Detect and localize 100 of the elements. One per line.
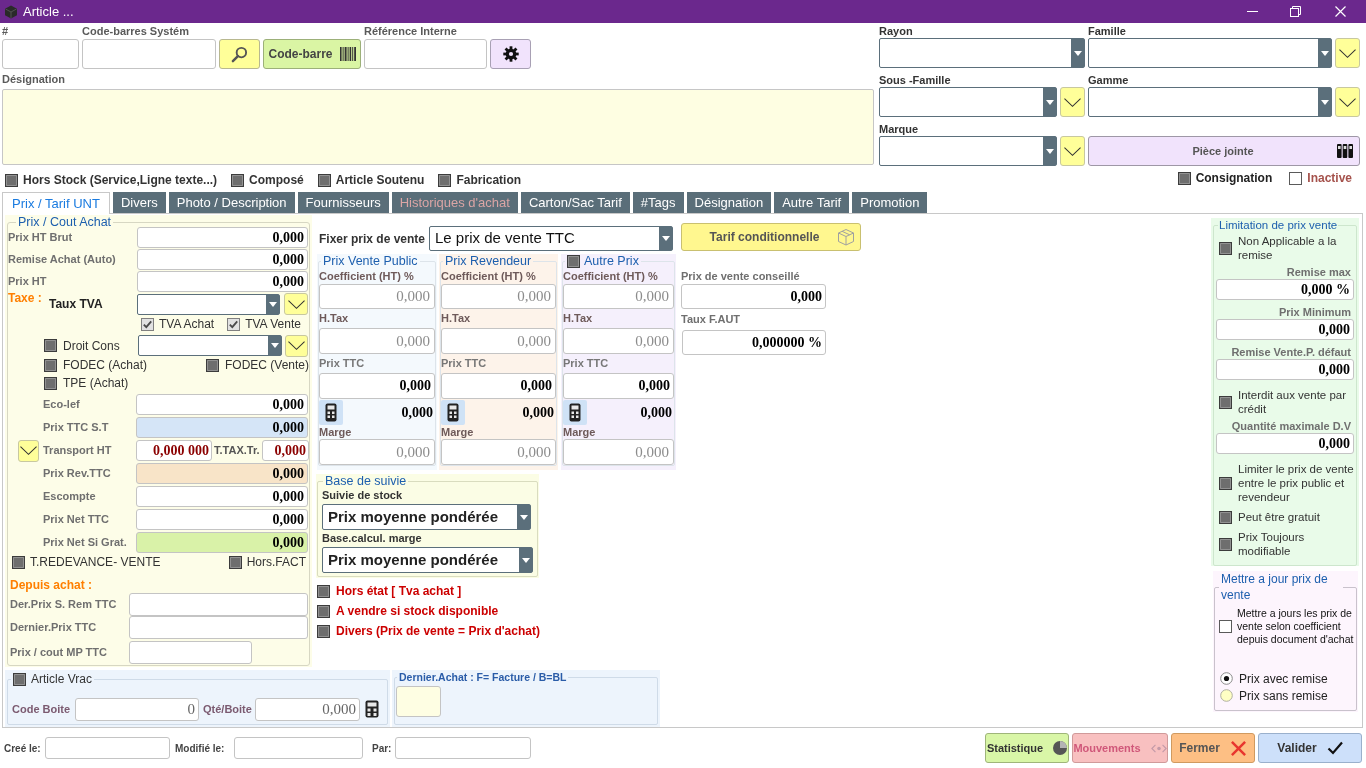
checkbox[interactable] — [1289, 171, 1303, 185]
checkbox-label: Limiter le prix de vente entre le prix public et revendeur — [1238, 462, 1354, 504]
tab[interactable]: Carton/Sac Tarif — [520, 192, 630, 213]
input-field[interactable]: 0,000 — [136, 417, 308, 438]
checkbox[interactable] — [227, 317, 241, 331]
field-label: Taux F.AUT — [681, 312, 741, 328]
radio-button[interactable] — [1220, 672, 1233, 685]
input-field[interactable]: 0,000 — [1216, 433, 1354, 454]
input-field[interactable] — [129, 641, 252, 664]
conditional-price-button[interactable]: Tarif conditionnelle — [681, 223, 861, 251]
field-label: Marge — [319, 425, 352, 441]
input-field[interactable] — [2, 39, 79, 69]
field-label: Marge — [563, 425, 596, 441]
radio-label: Prix avec remise — [1239, 670, 1328, 688]
chevron-down-icon — [1064, 97, 1081, 107]
dropdown[interactable]: Prix moyenne pondérée — [322, 547, 533, 573]
input-field[interactable]: 0,000 — [441, 439, 556, 465]
checkbox[interactable] — [1219, 620, 1232, 633]
input-field[interactable]: 0,000 — [136, 532, 308, 553]
dropdown[interactable] — [138, 335, 282, 356]
input-field[interactable] — [45, 737, 170, 759]
input-field[interactable]: 0,000 — [441, 284, 556, 309]
field-label: Gamme — [1088, 72, 1129, 88]
checkbox-label: Composé — [249, 172, 304, 189]
search-button[interactable] — [219, 39, 260, 69]
panel-title: Autre Prix — [584, 254, 639, 268]
checkbox-label: Fabrication — [456, 172, 522, 189]
dropdown[interactable]: Le prix de vente TTC — [429, 226, 673, 251]
input-field[interactable] — [129, 616, 308, 639]
tab[interactable]: Prix / Tarif UNT — [2, 192, 110, 214]
field-label: H.Tax — [319, 311, 349, 327]
checkbox[interactable] — [141, 317, 154, 331]
input-field[interactable] — [129, 593, 308, 616]
input-field[interactable]: 0,000 — [136, 394, 308, 415]
field-label: Marque — [879, 121, 919, 137]
input-field[interactable]: 0,000 — [319, 373, 435, 399]
input-field[interactable]: 0,000 — [441, 328, 556, 354]
radio-button[interactable] — [1220, 689, 1233, 702]
search-icon — [231, 45, 248, 63]
dropdown[interactable] — [137, 293, 280, 315]
dropdown[interactable] — [879, 136, 1057, 166]
input-field[interactable] — [82, 39, 216, 69]
tab[interactable]: Autre Tarif — [774, 192, 850, 213]
input-field[interactable]: 0,000 % — [1216, 279, 1354, 300]
input-field[interactable]: 0,000 — [319, 284, 435, 309]
expand-button[interactable] — [284, 293, 308, 315]
close-button[interactable]: Fermer — [1171, 733, 1255, 763]
input-field[interactable]: 0,000 — [137, 248, 308, 270]
input-field[interactable]: 0,000 — [319, 439, 435, 465]
input-field[interactable]: 0,000 000 — [136, 440, 212, 461]
input-field[interactable]: 0,000 — [441, 373, 556, 399]
barcode-button[interactable]: Code-barre — [263, 39, 361, 69]
input-field[interactable]: 0,000 — [136, 509, 308, 530]
field-label: Suivie de stock — [322, 487, 403, 503]
input-field[interactable]: 0,000 — [1216, 359, 1354, 380]
dropdown[interactable] — [879, 87, 1057, 117]
input-field[interactable]: 0,000000 % — [682, 330, 826, 355]
attachment-button[interactable]: Pièce jointe — [1088, 136, 1360, 166]
tab[interactable]: #Tags — [632, 192, 684, 213]
radio-label: Prix sans remise — [1239, 687, 1328, 705]
field-label: Famille — [1088, 23, 1126, 39]
field-label: Dernier.Prix TTC — [10, 620, 97, 636]
input-field[interactable] — [234, 737, 363, 759]
dropdown[interactable]: Prix moyenne pondérée — [322, 504, 531, 530]
field-label: Creé le: — [4, 741, 41, 756]
field-label: Remise Vente.P. défaut — [1231, 346, 1351, 359]
input-field[interactable]: 0,000 — [1216, 319, 1354, 340]
checkbox-label: Article Soutenu — [335, 172, 425, 189]
dropdown[interactable] — [1088, 87, 1332, 117]
input-field[interactable]: 0,000 — [137, 270, 308, 292]
field-label: Prix TTC — [563, 356, 609, 372]
confirm-button[interactable]: Valider — [1258, 733, 1362, 763]
statistics-button[interactable]: Statistique — [985, 733, 1069, 763]
tab[interactable]: Promotion — [852, 192, 928, 213]
input-field[interactable]: 0,000 — [261, 440, 309, 461]
field-label: Transport HT — [43, 443, 112, 459]
input-field[interactable] — [395, 737, 531, 759]
restore-icon[interactable] — [1290, 6, 1301, 17]
tab[interactable]: Divers — [112, 192, 166, 213]
tab[interactable]: Désignation — [686, 192, 772, 213]
expand-button[interactable] — [18, 439, 39, 462]
input-field[interactable] — [364, 39, 487, 69]
input-field[interactable]: 0,000 — [136, 463, 308, 484]
input-field[interactable]: 0,000 — [319, 328, 435, 354]
dropdown[interactable] — [879, 38, 1085, 68]
settings-button[interactable] — [490, 39, 531, 69]
close-icon[interactable] — [1335, 6, 1346, 17]
checkbox-label: TVA Vente — [245, 316, 301, 333]
input-field[interactable]: 0,000 — [137, 226, 308, 248]
tab[interactable]: Fournisseurs — [297, 192, 389, 213]
tab[interactable]: Photo / Description — [168, 192, 295, 213]
dropdown[interactable] — [1088, 38, 1332, 68]
checkbox-label: Article Vrac — [31, 671, 92, 688]
input-field[interactable]: 0,000 — [681, 284, 826, 309]
input-field[interactable] — [396, 686, 441, 717]
chevron-down-icon — [1064, 146, 1081, 156]
field-label: Eco-lef — [43, 397, 80, 413]
expand-button[interactable] — [285, 334, 308, 357]
field-label: Prix Minimum — [1278, 306, 1351, 319]
input-field[interactable]: 0,000 — [136, 486, 308, 507]
